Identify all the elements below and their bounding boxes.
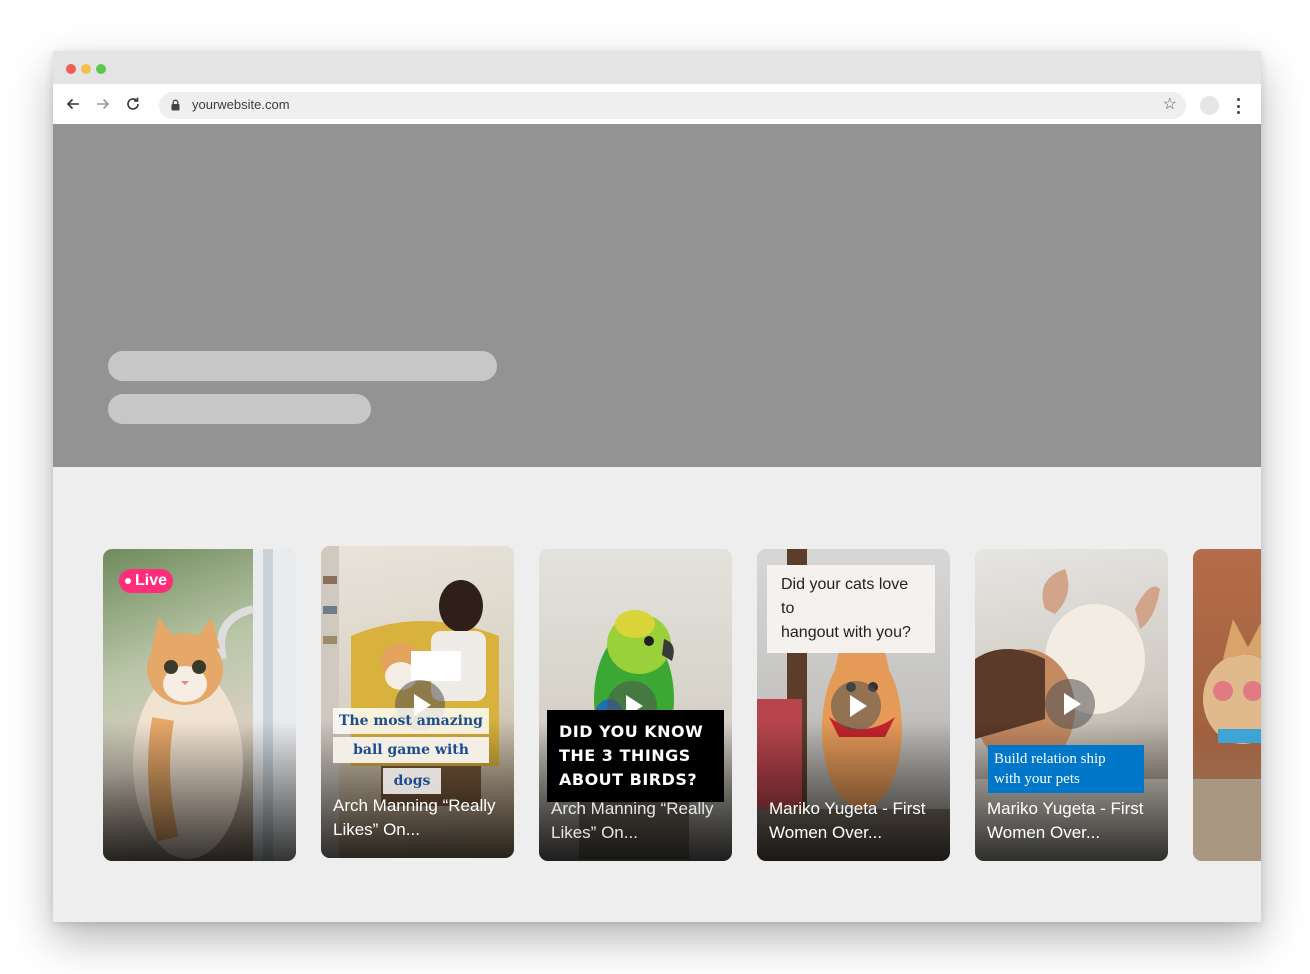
story-card[interactable]: Build relation ship with your pets Marik…: [975, 549, 1168, 861]
title-placeholder: [108, 351, 497, 381]
live-dot-icon: [125, 578, 131, 584]
reload-button[interactable]: [123, 94, 143, 114]
browser-window: yourwebsite.com ☆ Live The most amazing …: [53, 51, 1261, 922]
play-icon: [1064, 693, 1081, 715]
story-card[interactable]: Live: [103, 549, 296, 861]
story-caption: Mariko Yugeta - First Women Over...: [769, 799, 926, 842]
story-card[interactable]: The most amazing ball game with dogs Arc…: [321, 546, 514, 858]
profile-avatar[interactable]: [1200, 96, 1219, 115]
url-text[interactable]: yourwebsite.com: [192, 97, 290, 112]
story-card[interactable]: [1193, 549, 1261, 861]
overlay-text: Build relation ship with your pets: [988, 745, 1144, 793]
reload-icon: [127, 97, 139, 110]
maximize-window-button[interactable]: [96, 64, 106, 74]
live-badge: Live: [119, 569, 174, 593]
story-caption: Mariko Yugeta - First Women Over...: [987, 799, 1144, 842]
browser-toolbar: yourwebsite.com ☆: [53, 84, 1261, 124]
play-button[interactable]: [1045, 679, 1095, 729]
overlay-text: Did your cats love to hangout with you?: [767, 565, 935, 653]
play-button[interactable]: [831, 681, 881, 731]
minimize-window-button[interactable]: [81, 64, 91, 74]
address-bar[interactable]: yourwebsite.com ☆: [159, 92, 1186, 119]
back-arrow-icon: [66, 98, 79, 110]
play-icon: [850, 695, 867, 717]
close-window-button[interactable]: [66, 64, 76, 74]
lock-icon: [171, 99, 180, 111]
kebab-menu-icon[interactable]: [1233, 96, 1243, 116]
subtitle-placeholder: [108, 394, 371, 424]
story-caption: Arch Manning “Really Likes” On...: [333, 796, 496, 839]
back-button[interactable]: [63, 94, 83, 114]
forward-button[interactable]: [93, 94, 113, 114]
story-card[interactable]: Did your cats love to hangout with you? …: [757, 549, 950, 861]
overlay-line: ball game with: [333, 737, 489, 763]
overlay-line: The most amazing: [333, 708, 489, 734]
forward-arrow-icon: [97, 98, 110, 110]
hero-banner: [53, 124, 1261, 467]
star-icon[interactable]: ☆: [1163, 96, 1177, 114]
story-caption: Arch Manning “Really Likes” On...: [551, 799, 714, 842]
story-card[interactable]: DID YOU KNOW THE 3 THINGS ABOUT BIRDS? A…: [539, 549, 732, 861]
title-bar: [53, 51, 1261, 84]
overlay-text: DID YOU KNOW THE 3 THINGS ABOUT BIRDS?: [547, 710, 724, 802]
overlay-line: dogs: [383, 768, 441, 794]
dog-sunglasses-photo: [1193, 619, 1261, 861]
